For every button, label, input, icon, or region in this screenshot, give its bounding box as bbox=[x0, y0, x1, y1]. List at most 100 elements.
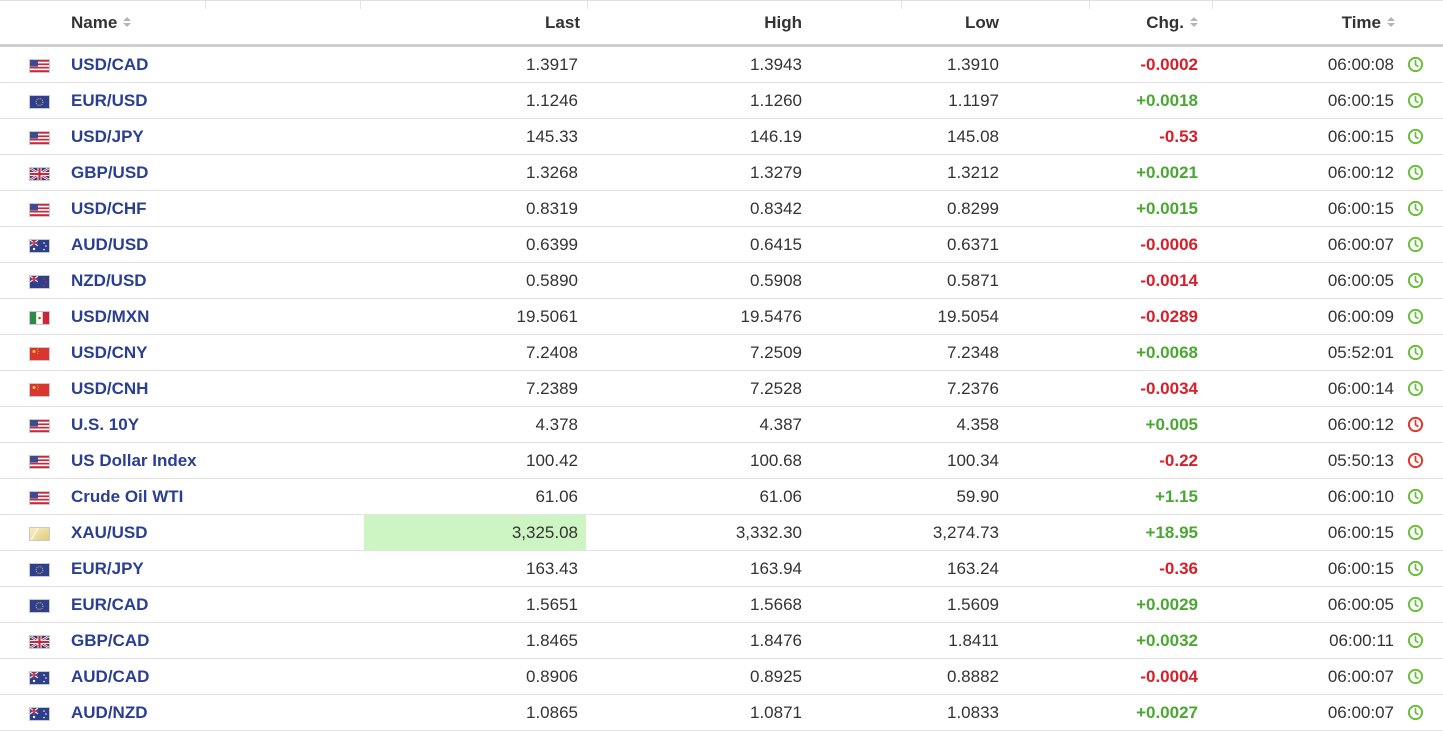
low-value: 19.5054 bbox=[937, 307, 999, 326]
sort-icon[interactable] bbox=[1190, 16, 1198, 29]
time-value: 06:00:05 bbox=[1327, 595, 1394, 614]
table-row-usd-chf[interactable]: USD/CHF 0.8319 0.8342 0.8299 +0.0015 06:… bbox=[0, 191, 1443, 227]
high-value: 163.94 bbox=[750, 559, 802, 578]
table-row-aud-nzd[interactable]: AUD/NZD 1.0865 1.0871 1.0833 +0.0027 06:… bbox=[0, 695, 1443, 731]
low-value: 1.3212 bbox=[947, 163, 999, 182]
instrument-name-link[interactable]: USD/CNY bbox=[71, 343, 148, 362]
table-row-aud-cad[interactable]: AUD/CAD 0.8906 0.8925 0.8882 -0.0004 06:… bbox=[0, 659, 1443, 695]
change-value: +0.0068 bbox=[1136, 343, 1198, 362]
table-row-xau-usd[interactable]: XAU/USD 3,325.08 3,332.30 3,274.73 +18.9… bbox=[0, 515, 1443, 551]
green-clock-icon bbox=[1407, 560, 1424, 577]
low-value: 1.5609 bbox=[947, 595, 999, 614]
au-flag-icon bbox=[29, 671, 50, 685]
instrument-name-link[interactable]: EUR/CAD bbox=[71, 595, 148, 614]
eu-flag-icon bbox=[29, 563, 50, 577]
instrument-name-link[interactable]: USD/MXN bbox=[71, 307, 149, 326]
table-row-usd-cny[interactable]: USD/CNY 7.2408 7.2509 7.2348 +0.0068 05:… bbox=[0, 335, 1443, 371]
us-flag-icon bbox=[29, 419, 50, 433]
instrument-name-link[interactable]: AUD/NZD bbox=[71, 703, 148, 722]
low-value: 0.8299 bbox=[947, 199, 999, 218]
time-value: 06:00:11 bbox=[1329, 631, 1394, 650]
green-clock-icon bbox=[1407, 92, 1424, 109]
low-value: 1.0833 bbox=[947, 703, 999, 722]
table-row-aud-usd[interactable]: AUD/USD 0.6399 0.6415 0.6371 -0.0006 06:… bbox=[0, 227, 1443, 263]
table-row-u-s-10y[interactable]: U.S. 10Y 4.378 4.387 4.358 +0.005 06:00:… bbox=[0, 407, 1443, 443]
column-header-time-label: Time bbox=[1341, 12, 1381, 32]
column-header-chg[interactable]: Chg. bbox=[1040, 1, 1198, 44]
column-header-name[interactable]: Name bbox=[71, 1, 191, 44]
column-header-low[interactable]: Low bbox=[800, 1, 999, 44]
instrument-name-link[interactable]: EUR/USD bbox=[71, 91, 148, 110]
last-value: 4.378 bbox=[535, 415, 578, 434]
low-value: 1.1197 bbox=[948, 91, 999, 110]
instrument-name-link[interactable]: USD/CNH bbox=[71, 379, 148, 398]
instrument-name-link[interactable]: XAU/USD bbox=[71, 523, 148, 542]
us-flag-icon bbox=[29, 203, 50, 217]
uk-flag-icon bbox=[29, 167, 50, 181]
time-value: 06:00:10 bbox=[1327, 487, 1394, 506]
table-row-eur-jpy[interactable]: EUR/JPY 163.43 163.94 163.24 -0.36 06:00… bbox=[0, 551, 1443, 587]
high-value: 4.387 bbox=[759, 415, 802, 434]
table-row-usd-cnh[interactable]: USD/CNH 7.2389 7.2528 7.2376 -0.0034 06:… bbox=[0, 371, 1443, 407]
table-row-gbp-cad[interactable]: GBP/CAD 1.8465 1.8476 1.8411 +0.0032 06:… bbox=[0, 623, 1443, 659]
instrument-name-link[interactable]: US Dollar Index bbox=[71, 451, 197, 470]
red-clock-icon bbox=[1407, 452, 1424, 469]
column-header-time[interactable]: Time bbox=[1240, 1, 1395, 44]
eu-flag-icon bbox=[29, 95, 50, 109]
instrument-name-link[interactable]: USD/CAD bbox=[71, 55, 148, 74]
column-header-last[interactable]: Last bbox=[380, 1, 580, 44]
time-value: 06:00:07 bbox=[1327, 235, 1394, 254]
table-row-usd-mxn[interactable]: USD/MXN 19.5061 19.5476 19.5054 -0.0289 … bbox=[0, 299, 1443, 335]
low-value: 163.24 bbox=[947, 559, 999, 578]
low-value: 59.90 bbox=[956, 487, 999, 506]
high-value: 1.3943 bbox=[750, 55, 802, 74]
table-row-eur-cad[interactable]: EUR/CAD 1.5651 1.5668 1.5609 +0.0029 06:… bbox=[0, 587, 1443, 623]
last-value: 145.33 bbox=[526, 127, 578, 146]
us-flag-icon bbox=[29, 455, 50, 469]
time-value: 06:00:07 bbox=[1327, 667, 1394, 686]
change-value: +0.0029 bbox=[1136, 595, 1198, 614]
time-value: 06:00:07 bbox=[1327, 703, 1394, 722]
last-value: 61.06 bbox=[535, 487, 578, 506]
table-row-nzd-usd[interactable]: NZD/USD 0.5890 0.5908 0.5871 -0.0014 06:… bbox=[0, 263, 1443, 299]
change-value: +0.0021 bbox=[1136, 163, 1198, 182]
low-value: 100.34 bbox=[947, 451, 999, 470]
instrument-name-link[interactable]: AUD/USD bbox=[71, 235, 148, 254]
low-value: 4.358 bbox=[956, 415, 999, 434]
change-value: -0.0002 bbox=[1140, 55, 1198, 74]
sort-icon[interactable] bbox=[123, 16, 132, 29]
table-row-gbp-usd[interactable]: GBP/USD 1.3268 1.3279 1.3212 +0.0021 06:… bbox=[0, 155, 1443, 191]
table-row-us-dollar-index[interactable]: US Dollar Index 100.42 100.68 100.34 -0.… bbox=[0, 443, 1443, 479]
instrument-name-link[interactable]: AUD/CAD bbox=[71, 667, 149, 686]
gold-icon bbox=[29, 527, 50, 541]
time-value: 05:52:01 bbox=[1327, 343, 1394, 362]
sort-icon[interactable] bbox=[1387, 16, 1395, 29]
table-row-usd-jpy[interactable]: USD/JPY 145.33 146.19 145.08 -0.53 06:00… bbox=[0, 119, 1443, 155]
instrument-name-link[interactable]: GBP/CAD bbox=[71, 631, 149, 650]
green-clock-icon bbox=[1407, 308, 1424, 325]
instrument-name-link[interactable]: Crude Oil WTI bbox=[71, 487, 183, 506]
instrument-name-link[interactable]: GBP/USD bbox=[71, 163, 148, 182]
change-value: -0.0006 bbox=[1140, 235, 1198, 254]
green-clock-icon bbox=[1407, 488, 1424, 505]
last-value: 0.8319 bbox=[526, 199, 578, 218]
instrument-name-link[interactable]: USD/JPY bbox=[71, 127, 144, 146]
us-flag-icon bbox=[29, 59, 50, 73]
instrument-name-link[interactable]: USD/CHF bbox=[71, 199, 147, 218]
high-value: 1.0871 bbox=[750, 703, 802, 722]
table-body: USD/CAD 1.3917 1.3943 1.3910 -0.0002 06:… bbox=[0, 47, 1443, 731]
column-header-high[interactable]: High bbox=[600, 1, 802, 44]
high-value: 3,332.30 bbox=[735, 523, 802, 542]
change-value: -0.36 bbox=[1159, 559, 1198, 578]
high-value: 146.19 bbox=[750, 127, 802, 146]
last-value: 1.1246 bbox=[526, 91, 578, 110]
time-value: 06:00:15 bbox=[1327, 199, 1394, 218]
instrument-name-link[interactable]: NZD/USD bbox=[71, 271, 147, 290]
table-row-crude-oil-wti[interactable]: Crude Oil WTI 61.06 61.06 59.90 +1.15 06… bbox=[0, 479, 1443, 515]
table-row-usd-cad[interactable]: USD/CAD 1.3917 1.3943 1.3910 -0.0002 06:… bbox=[0, 47, 1443, 83]
table-row-eur-usd[interactable]: EUR/USD 1.1246 1.1260 1.1197 +0.0018 06:… bbox=[0, 83, 1443, 119]
instrument-name-link[interactable]: EUR/JPY bbox=[71, 559, 144, 578]
instrument-name-link[interactable]: U.S. 10Y bbox=[71, 415, 139, 434]
low-value: 7.2376 bbox=[947, 379, 999, 398]
low-value: 7.2348 bbox=[947, 343, 999, 362]
